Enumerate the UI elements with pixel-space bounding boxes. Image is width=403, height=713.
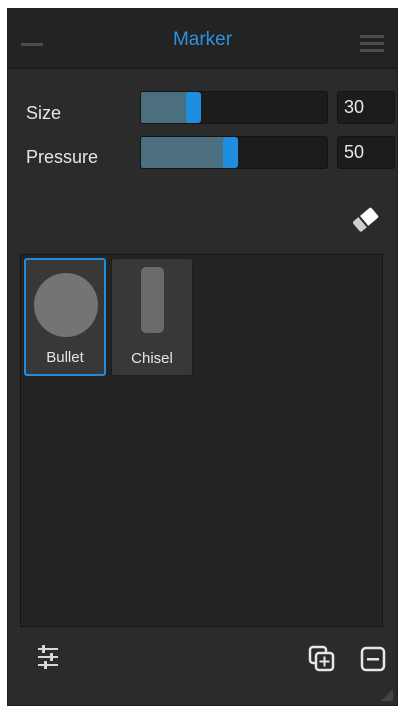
preset-bullet-label: Bullet: [46, 349, 84, 366]
bullet-tip-icon: [34, 273, 98, 337]
preset-list: Bullet Chisel: [20, 254, 383, 627]
preset-bullet[interactable]: Bullet: [24, 258, 106, 376]
size-value-input[interactable]: 30: [337, 91, 395, 124]
pressure-slider-thumb[interactable]: [223, 137, 238, 168]
marker-panel: Marker Size 30 Pressure 50 Bullet Chisel: [7, 8, 398, 706]
hamburger-menu-icon[interactable]: [360, 35, 384, 53]
preset-chisel-label: Chisel: [131, 350, 173, 367]
preset-chisel[interactable]: Chisel: [111, 258, 193, 376]
sliders-icon[interactable]: [36, 644, 60, 670]
chisel-tip-icon: [141, 267, 164, 333]
resize-grip[interactable]: [381, 689, 393, 701]
size-slider-thumb[interactable]: [186, 92, 201, 123]
pressure-label: Pressure: [26, 147, 99, 167]
pressure-value-input[interactable]: 50: [337, 136, 395, 169]
size-slider[interactable]: [140, 91, 328, 124]
pressure-slider-fill: [141, 137, 234, 168]
panel-header: Marker: [8, 9, 397, 69]
panel-title: Marker: [172, 29, 233, 50]
pressure-slider[interactable]: [140, 136, 328, 169]
duplicate-add-icon[interactable]: [308, 645, 336, 673]
size-label: Size: [26, 103, 62, 123]
remove-icon[interactable]: [359, 645, 387, 673]
eraser-icon[interactable]: [349, 205, 383, 235]
